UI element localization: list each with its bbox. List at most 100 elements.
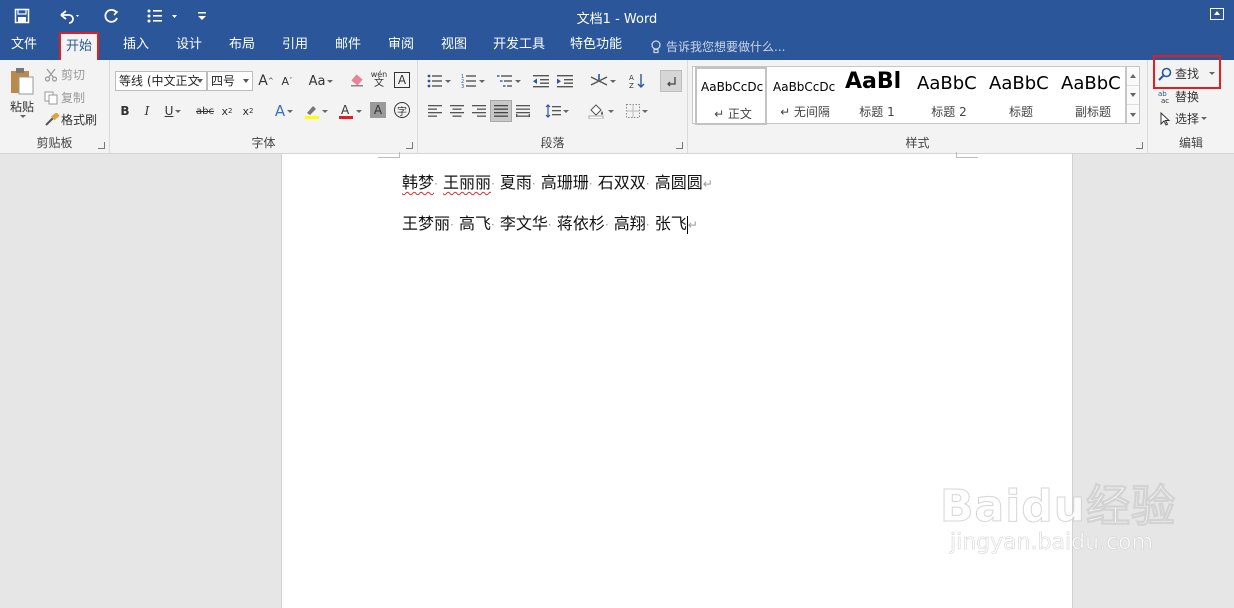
tab-special-features[interactable]: 特色功能: [564, 32, 628, 60]
tell-me-box[interactable]: 告诉我您想要做什么...: [650, 38, 785, 55]
scroll-down-icon[interactable]: [1127, 86, 1139, 105]
style-preview: AaBbC: [989, 73, 1049, 94]
clipboard-launcher-icon[interactable]: [98, 142, 105, 149]
tab-home[interactable]: 开始: [59, 32, 99, 60]
name-text: 李文华: [499, 214, 548, 233]
styles-gallery-scroll: [1126, 66, 1140, 124]
space-mark: ·: [645, 177, 650, 191]
character-border-button[interactable]: A: [394, 72, 410, 88]
chinese-layout-icon[interactable]: [588, 72, 618, 90]
enclose-characters-button[interactable]: 字: [394, 102, 410, 118]
style-preview: AaBbCcDc: [773, 80, 836, 94]
character-shading-label: A: [373, 103, 383, 117]
title-bar: 文档1 - Word: [0, 0, 1234, 32]
tab-review[interactable]: 审阅: [381, 32, 421, 60]
tab-layout[interactable]: 布局: [222, 32, 262, 60]
character-border-label: A: [397, 73, 407, 87]
align-left-icon[interactable]: [426, 102, 444, 120]
replace-button[interactable]: ab ac 替换: [1158, 88, 1199, 105]
style-preview: AaBbC: [917, 73, 977, 94]
tab-developer[interactable]: 开发工具: [487, 32, 551, 60]
space-mark: ·: [531, 177, 536, 191]
style-name: ↵ 无间隔: [780, 105, 830, 119]
font-name-value: 等线 (中文正文: [119, 74, 200, 88]
multilevel-list-icon[interactable]: [494, 72, 524, 90]
paste-dropdown-icon[interactable]: [20, 115, 26, 118]
style-heading-2[interactable]: AaBbC 标题 2: [913, 67, 985, 125]
justify-icon[interactable]: [490, 100, 512, 122]
tab-view[interactable]: 视图: [434, 32, 474, 60]
name-text: 王丽丽: [442, 173, 491, 192]
ribbon-tabs: 文件 开始 插入 设计 布局 引用 邮件 审阅 视图 开发工具 特色功能 告诉我…: [0, 32, 1234, 60]
tab-file[interactable]: 文件: [6, 32, 42, 60]
subscript-icon[interactable]: x2: [218, 102, 236, 120]
font-color-icon[interactable]: A: [336, 102, 364, 120]
phonetic-guide-button[interactable]: wén 文: [370, 70, 388, 89]
tab-design[interactable]: 设计: [169, 32, 209, 60]
align-right-icon[interactable]: [470, 102, 488, 120]
text-highlight-icon[interactable]: [302, 102, 330, 120]
style-name: 标题: [1008, 105, 1033, 119]
styles-launcher-icon[interactable]: [1136, 142, 1143, 149]
style-name: 副标题: [1074, 105, 1111, 119]
bold-icon[interactable]: B: [116, 102, 134, 120]
space-mark: ·: [490, 218, 495, 232]
increase-indent-icon[interactable]: [556, 72, 574, 90]
shrink-font-icon[interactable]: Aˇ: [278, 72, 296, 90]
style-heading-1[interactable]: AaBl 标题 1: [841, 67, 913, 125]
style-title[interactable]: AaBbC 标题: [985, 67, 1057, 125]
grow-font-icon[interactable]: A ^: [257, 72, 275, 90]
tab-mailings[interactable]: 邮件: [328, 32, 368, 60]
paste-button[interactable]: 粘贴: [4, 66, 40, 130]
clipboard-group-label: 剪贴板: [36, 136, 73, 150]
strikethrough-icon[interactable]: abc: [194, 102, 216, 120]
character-shading-button[interactable]: A: [370, 102, 386, 118]
copy-button[interactable]: 复制: [44, 89, 85, 106]
style-normal[interactable]: AaBbCcDc ↵ 正文: [695, 67, 767, 125]
svg-text:3: 3: [461, 84, 464, 88]
font-group: 等线 (中文正文 四号 A ^ Aˇ Aa wén 文 A B I U abc x2…: [110, 60, 418, 154]
find-highlight-box: [1153, 55, 1221, 89]
style-preview: AaBbC: [1061, 73, 1121, 94]
enclose-characters-label: 字: [397, 106, 407, 118]
margin-mark-right: [956, 152, 978, 158]
tab-insert[interactable]: 插入: [116, 32, 156, 60]
line-spacing-icon[interactable]: [542, 102, 572, 120]
paste-label: 粘贴: [9, 100, 34, 114]
scroll-up-icon[interactable]: [1127, 67, 1139, 86]
show-hide-marks-icon[interactable]: [660, 70, 682, 92]
tab-references[interactable]: 引用: [275, 32, 315, 60]
decrease-indent-icon[interactable]: [532, 72, 550, 90]
font-size-value: 四号: [211, 74, 236, 88]
bullets-list-icon[interactable]: [424, 72, 454, 90]
underline-icon[interactable]: U: [160, 102, 186, 120]
font-size-combo[interactable]: 四号: [207, 71, 253, 91]
document-line-1[interactable]: 韩梦· 王丽丽· 夏雨· 高珊珊· 石双双· 高圆圆↵: [402, 169, 713, 193]
tell-me-text: 告诉我您想要做什么...: [666, 40, 786, 54]
shading-icon[interactable]: [586, 102, 616, 120]
ribbon-display-options-icon[interactable]: [1210, 8, 1224, 20]
svg-text:A: A: [629, 74, 634, 82]
distributed-icon[interactable]: [514, 102, 532, 120]
copy-label: 复制: [61, 91, 86, 105]
clear-formatting-icon[interactable]: [348, 72, 366, 90]
more-styles-icon[interactable]: [1127, 105, 1139, 124]
paragraph-launcher-icon[interactable]: [676, 142, 683, 149]
cut-button[interactable]: 剪切: [44, 66, 85, 83]
sort-icon[interactable]: AZ: [628, 72, 646, 90]
numbering-list-icon[interactable]: 123: [458, 72, 488, 90]
select-button[interactable]: 选择: [1158, 110, 1208, 127]
borders-icon[interactable]: [622, 102, 652, 120]
style-no-spacing[interactable]: AaBbCcDc ↵ 无间隔: [769, 67, 841, 125]
format-painter-button[interactable]: 格式刷: [44, 111, 97, 128]
superscript-icon[interactable]: x2: [239, 102, 257, 120]
font-name-combo[interactable]: 等线 (中文正文: [115, 71, 207, 91]
font-launcher-icon[interactable]: [406, 142, 413, 149]
text-effects-icon[interactable]: A: [270, 102, 298, 120]
change-case-button[interactable]: Aa: [306, 72, 336, 90]
style-subtitle[interactable]: AaBbC 副标题: [1057, 67, 1129, 125]
italic-icon[interactable]: I: [138, 102, 156, 120]
document-line-2[interactable]: 王梦丽· 高飞· 李文华· 蒋依杉· 高翔· 张飞↵: [402, 210, 698, 234]
svg-text:Z: Z: [629, 82, 634, 89]
align-center-icon[interactable]: [448, 102, 466, 120]
